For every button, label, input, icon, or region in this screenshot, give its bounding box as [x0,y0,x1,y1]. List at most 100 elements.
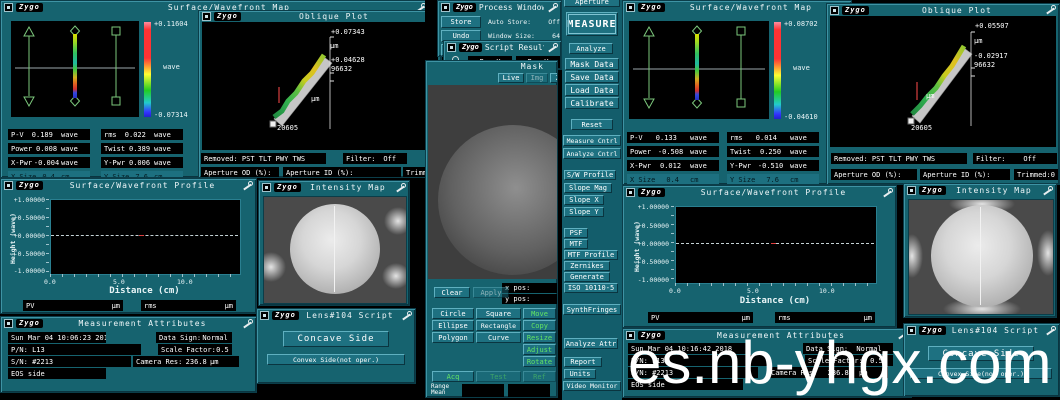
stat-ysize[interactable]: Y Size7.6cm [727,174,819,185]
square-shape-button[interactable]: Square [476,308,521,319]
measure-button[interactable]: MEASURE [566,12,618,36]
close-icon[interactable] [202,12,211,21]
slope-y-button[interactable]: Slope Y [564,207,604,217]
close-icon[interactable] [626,3,635,12]
part-number-field[interactable]: P/N: L13 [8,344,141,355]
ellipse-shape-button[interactable]: Ellipse [432,320,474,331]
range-mean-label: RangeMean [431,384,449,396]
watermark: es.nb-yhgx.com [628,328,1052,397]
slope-x-button[interactable]: Slope X [564,195,604,205]
calibrate-button[interactable]: Calibrate [565,97,619,109]
aperture-id-field[interactable]: Aperture ID (%): [920,169,1010,180]
test-mode-button[interactable]: Test [476,371,521,382]
filter-field[interactable]: Filter:Off [343,153,407,164]
stat-xsize[interactable]: X Size0.4cm [627,174,719,185]
copy-op-button[interactable]: Copy [523,320,556,331]
measure-cntrl-button[interactable]: Measure Cntrl [563,135,621,146]
convex-side-button[interactable]: Convex Side(not oper.) [267,354,405,365]
circle-shape-button[interactable]: Circle [432,308,474,319]
live-view-button[interactable]: Live [498,73,524,83]
save-data-button[interactable]: Save Data [565,71,619,83]
analyze-attr-button[interactable]: Analyze Attr [564,338,618,349]
window-title: Oblique Plot [244,12,424,21]
close-icon[interactable] [262,183,271,192]
aperture-od-field[interactable]: Aperture OD (%): [201,167,279,178]
mask-apply-button[interactable]: Apply [473,287,509,298]
close-icon[interactable] [907,186,916,195]
stat-ysize[interactable]: Y Size7.6cm [101,171,183,178]
z-max: +0.05507 [975,22,1009,30]
analyze-button[interactable]: Analyze [569,43,613,54]
scale-factor-field[interactable]: Scale Factor:0.5 [158,344,232,355]
stat-rms: rms0.014wave [727,132,819,143]
ref-mode-button[interactable]: Ref [523,371,556,382]
close-icon[interactable] [626,188,635,197]
close-icon[interactable] [447,43,456,52]
move-op-button[interactable]: Move [523,308,556,319]
filter-field[interactable]: Filter:Off [973,153,1057,164]
img-view-button[interactable]: Img [526,73,548,83]
adjust-op-button[interactable]: Adjust [523,344,556,355]
mask-data-button[interactable]: Mask Data [565,58,619,70]
window-lens-script-left: Zygo Lens#104 Script Concave Side Convex… [256,308,416,384]
aperture-button-partial[interactable]: Aperture [564,0,620,7]
close-icon[interactable] [4,181,13,190]
wrench-icon[interactable] [547,3,558,13]
analyze-cntrl-button[interactable]: Analyze Cntrl [563,148,621,159]
removed-field[interactable]: Removed: PST TLT PWY TWS [201,153,326,164]
load-data-button[interactable]: Load Data [565,84,619,96]
close-icon[interactable] [4,319,13,328]
stat-xsize[interactable]: X Size0.4cm [8,171,90,178]
rectangle-shape-button[interactable]: Rectangle [476,320,521,331]
wrench-icon[interactable] [395,183,406,193]
auto-store-setting[interactable]: Auto Store:Off [488,18,560,26]
report-button[interactable]: Report [564,357,602,367]
wrench-icon[interactable] [242,181,253,191]
reset-button[interactable]: Reset [571,119,613,130]
close-icon[interactable] [4,3,13,12]
stat-xpwr: X-Pwr0.012wave [627,160,719,171]
zoom-view-button[interactable]: Zoom [550,73,558,83]
side-field[interactable]: EOS side [8,368,106,379]
x-tick: 10.0 [819,287,835,295]
zernikes-button[interactable]: Zernikes [564,261,610,271]
x-pos-field[interactable]: x pos: [502,283,557,293]
camera-res-field: Camera Res:236.8µm [133,356,239,367]
wrench-icon[interactable] [882,188,893,198]
wrench-icon[interactable] [547,43,558,53]
slope-mag-button[interactable]: Slope Mag [564,183,612,193]
window-size-setting[interactable]: Window Size:64 [488,32,560,40]
video-monitor-button[interactable]: Video Monitor [563,381,621,391]
wrench-icon[interactable] [1042,186,1053,196]
rotate-op-button[interactable]: Rotate [523,356,556,367]
generate-button[interactable]: Generate [564,272,610,282]
curve-shape-button[interactable]: Curve [476,332,521,343]
data-sign-field[interactable]: Data Sign:Normal [156,332,232,343]
mtf-button[interactable]: MTF [564,239,588,249]
resize-op-button[interactable]: Resize [523,332,556,343]
acq-mode-button[interactable]: Acq [432,371,474,382]
store-button[interactable]: Store [441,16,481,28]
z-mid: -0.02917 [974,52,1008,60]
aperture-od-field[interactable]: Aperture OD (%): [831,169,917,180]
y-pos-field[interactable]: y pos: [502,294,557,304]
polygon-shape-button[interactable]: Polygon [432,332,474,343]
close-icon[interactable] [830,6,839,15]
wrench-icon[interactable] [242,319,253,329]
intensity-image [908,199,1054,315]
mask-clear-button[interactable]: Clear [434,287,470,298]
close-icon[interactable] [260,311,269,320]
units-button[interactable]: Units [564,369,596,379]
synthfringes-button[interactable]: SynthFringes [563,304,621,315]
mtf-profile-button[interactable]: MTF Profile [564,250,618,260]
removed-field[interactable]: Removed: PST TLT PWY TWS [831,153,967,164]
concave-side-button[interactable]: Concave Side [283,331,389,347]
psf-button[interactable]: PSF [564,228,588,238]
iso-10110-button[interactable]: ISO 10110-5 [564,283,618,293]
wrench-icon[interactable] [1045,5,1056,15]
close-icon[interactable] [441,3,450,12]
aperture-id-field[interactable]: Aperture ID (%): [283,167,401,178]
wrench-icon[interactable] [401,311,412,321]
serial-number-field[interactable]: S/N: #2213 [8,356,131,367]
sw-profile-button[interactable]: S/W Profile [564,170,616,180]
